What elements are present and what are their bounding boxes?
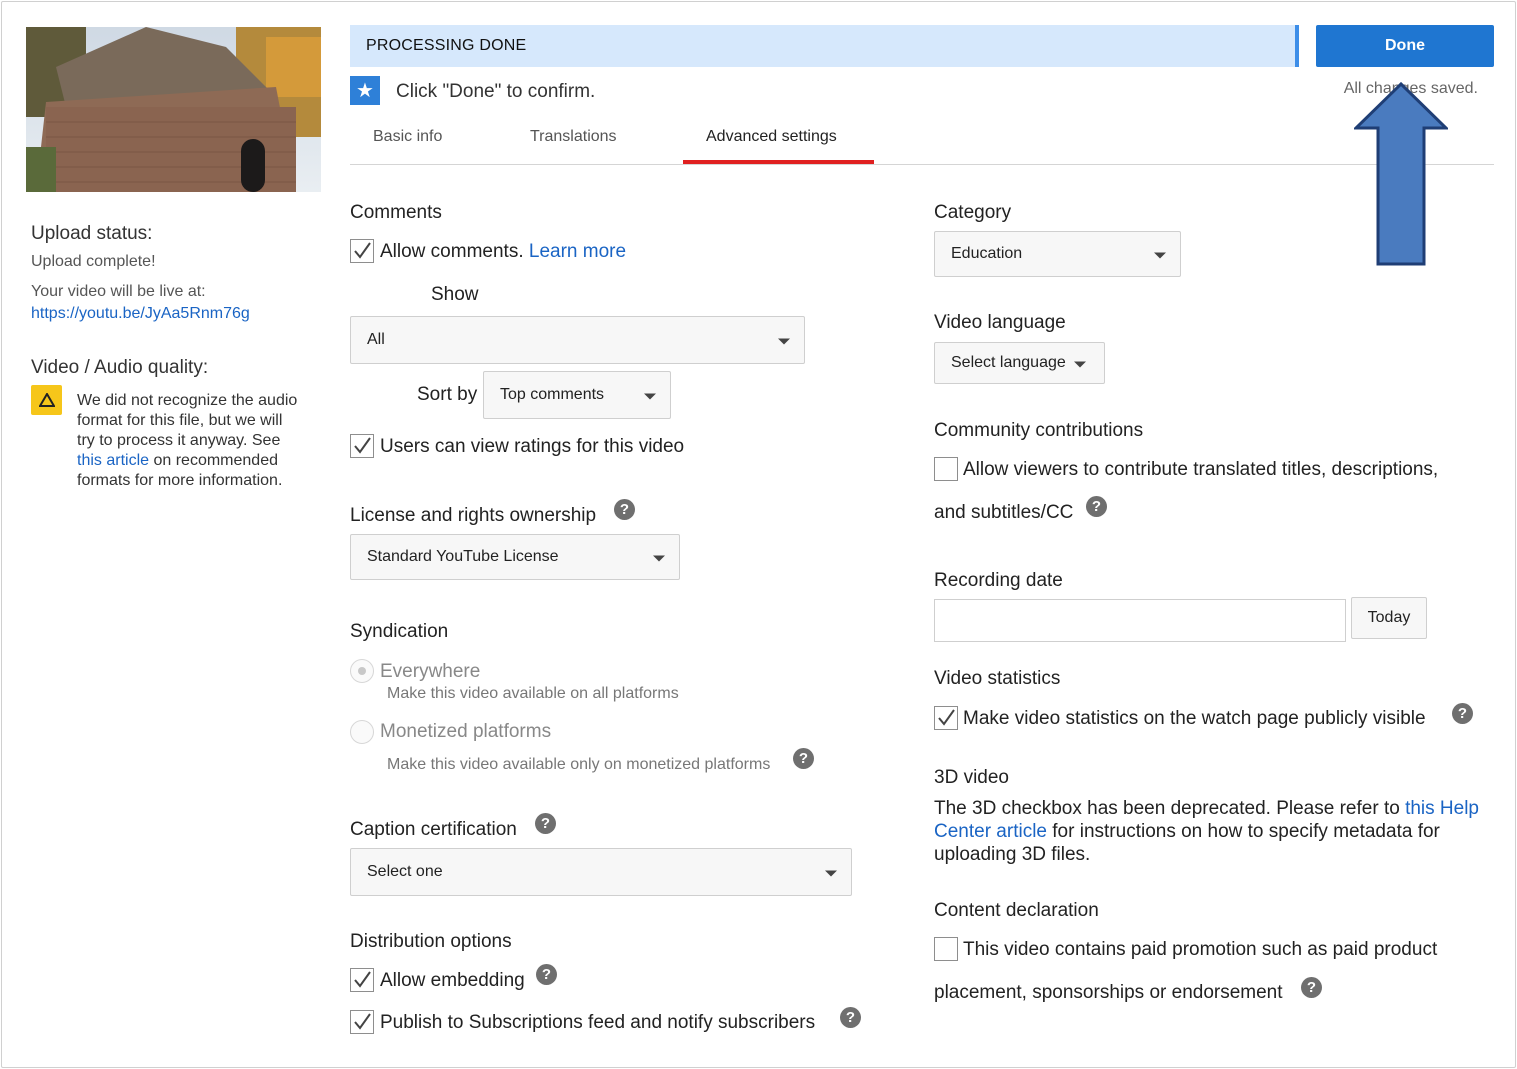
sort-by-dropdown[interactable]: Top comments: [483, 371, 671, 419]
chevron-down-icon: [778, 338, 790, 345]
comments-title: Comments: [350, 202, 442, 223]
checkmark-icon: [354, 1013, 371, 1030]
everywhere-desc: Make this video available on all platfor…: [387, 685, 679, 702]
thumbnail-image: [26, 27, 321, 192]
sort-by-value: Top comments: [500, 386, 605, 403]
checkmark-icon: [354, 971, 371, 988]
chevron-down-icon: [1154, 252, 1166, 259]
help-icon[interactable]: ?: [536, 964, 557, 985]
sort-by-label: Sort by: [417, 384, 478, 405]
3d-text-post-2: uploading 3D files.: [934, 844, 1091, 865]
chevron-down-icon: [825, 870, 837, 877]
warning-pre: We did not recognize the audio format fo…: [77, 392, 298, 449]
category-title: Category: [934, 202, 1012, 223]
community-title: Community contributions: [934, 420, 1144, 441]
warning-icon: [31, 385, 62, 415]
distribution-title: Distribution options: [350, 931, 512, 952]
recording-date-title: Recording date: [934, 570, 1063, 591]
allow-embedding-checkbox[interactable]: [350, 968, 374, 992]
tab-translations[interactable]: Translations: [530, 128, 617, 146]
community-contributions-checkbox[interactable]: [934, 457, 958, 481]
allow-embedding-label: Allow embedding: [380, 970, 525, 991]
category-dropdown[interactable]: Education: [934, 231, 1181, 277]
star-icon: ★: [350, 76, 380, 105]
caption-certification-dropdown[interactable]: Select one: [350, 848, 852, 896]
help-icon[interactable]: ?: [1086, 496, 1107, 517]
monetized-radio[interactable]: [350, 720, 374, 744]
license-value: Standard YouTube License: [367, 548, 559, 565]
show-comments-dropdown[interactable]: All: [350, 316, 805, 364]
caption-certification-title: Caption certification: [350, 819, 517, 840]
syndication-title: Syndication: [350, 621, 449, 642]
allow-comments-text: Allow comments.: [380, 241, 524, 262]
category-value: Education: [951, 245, 1023, 262]
audio-warning-text: We did not recognize the audio format fo…: [77, 391, 302, 491]
active-tab-indicator: [683, 160, 874, 164]
view-ratings-label: Users can view ratings for this video: [380, 436, 685, 457]
3d-video-text: The 3D checkbox has been deprecated. Ple…: [934, 797, 1499, 866]
allow-comments-checkbox[interactable]: [350, 239, 374, 263]
allow-comments-label: Allow comments. Learn more: [380, 241, 626, 263]
paid-promotion-line1: This video contains paid promotion such …: [963, 939, 1438, 960]
content-declaration-title: Content declaration: [934, 900, 1099, 921]
caption-certification-value: Select one: [367, 863, 443, 880]
paid-promotion-checkbox[interactable]: [934, 937, 958, 961]
video-thumbnail: [26, 27, 321, 192]
chevron-down-icon: [1074, 361, 1086, 368]
upload-status-title: Upload status:: [31, 223, 153, 244]
show-comments-value: All: [367, 331, 385, 348]
3d-text-pre: The 3D checkbox has been deprecated. Ple…: [934, 798, 1400, 819]
quality-title: Video / Audio quality:: [31, 357, 209, 378]
upload-status-value: Upload complete!: [31, 253, 156, 270]
help-icon[interactable]: ?: [1452, 703, 1473, 724]
video-language-dropdown[interactable]: Select language: [934, 342, 1105, 384]
show-label: Show: [431, 284, 479, 305]
up-arrow-annotation-icon: [1354, 82, 1448, 266]
3d-video-title: 3D video: [934, 767, 1009, 788]
monetized-label: Monetized platforms: [380, 721, 552, 742]
video-statistics-title: Video statistics: [934, 668, 1061, 689]
today-button[interactable]: Today: [1351, 597, 1427, 639]
video-language-title: Video language: [934, 312, 1066, 333]
video-statistics-label: Make video statistics on the watch page …: [963, 708, 1426, 729]
help-icon[interactable]: ?: [535, 813, 556, 834]
live-url-link[interactable]: https://youtu.be/JyAa5Rnm76g: [31, 305, 250, 323]
everywhere-radio[interactable]: [350, 659, 374, 683]
community-line1: Allow viewers to contribute translated t…: [963, 459, 1439, 480]
processing-text: PROCESSING DONE: [366, 37, 527, 54]
help-center-link-1[interactable]: this Help: [1405, 798, 1479, 819]
paid-promotion-line2: placement, sponsorships or endorsement: [934, 982, 1283, 1003]
help-icon[interactable]: ?: [614, 499, 635, 520]
recording-date-input[interactable]: [934, 599, 1346, 642]
publish-subscriptions-label: Publish to Subscriptions feed and notify…: [380, 1012, 816, 1033]
tabs-divider: [350, 164, 1494, 165]
everywhere-label: Everywhere: [380, 661, 481, 682]
community-line2: and subtitles/CC: [934, 502, 1074, 523]
done-button[interactable]: Done: [1316, 25, 1494, 67]
checkmark-icon: [354, 242, 371, 259]
help-icon[interactable]: ?: [840, 1007, 861, 1028]
license-title: License and rights ownership: [350, 505, 597, 526]
warning-article-link[interactable]: this article: [77, 452, 149, 469]
monetized-desc: Make this video available only on moneti…: [387, 756, 771, 773]
publish-subscriptions-checkbox[interactable]: [350, 1010, 374, 1034]
help-center-link-2[interactable]: Center article: [934, 821, 1047, 842]
license-dropdown[interactable]: Standard YouTube License: [350, 534, 680, 580]
help-icon[interactable]: ?: [1301, 977, 1322, 998]
tab-basic-info[interactable]: Basic info: [373, 128, 442, 146]
confirm-message: Click "Done" to confirm.: [396, 81, 596, 102]
chevron-down-icon: [644, 393, 656, 400]
learn-more-link[interactable]: Learn more: [529, 241, 626, 262]
video-language-value: Select language: [951, 354, 1066, 371]
checkmark-icon: [938, 709, 955, 726]
video-statistics-checkbox[interactable]: [934, 706, 958, 730]
3d-text-post-1: for instructions on how to specify metad…: [1052, 821, 1440, 842]
help-icon[interactable]: ?: [793, 748, 814, 769]
view-ratings-checkbox[interactable]: [350, 434, 374, 458]
checkmark-icon: [354, 437, 371, 454]
processing-status-bar: PROCESSING DONE: [350, 25, 1299, 67]
live-at-label: Your video will be live at:: [31, 283, 206, 300]
tab-advanced-settings[interactable]: Advanced settings: [706, 128, 837, 146]
chevron-down-icon: [653, 555, 665, 562]
